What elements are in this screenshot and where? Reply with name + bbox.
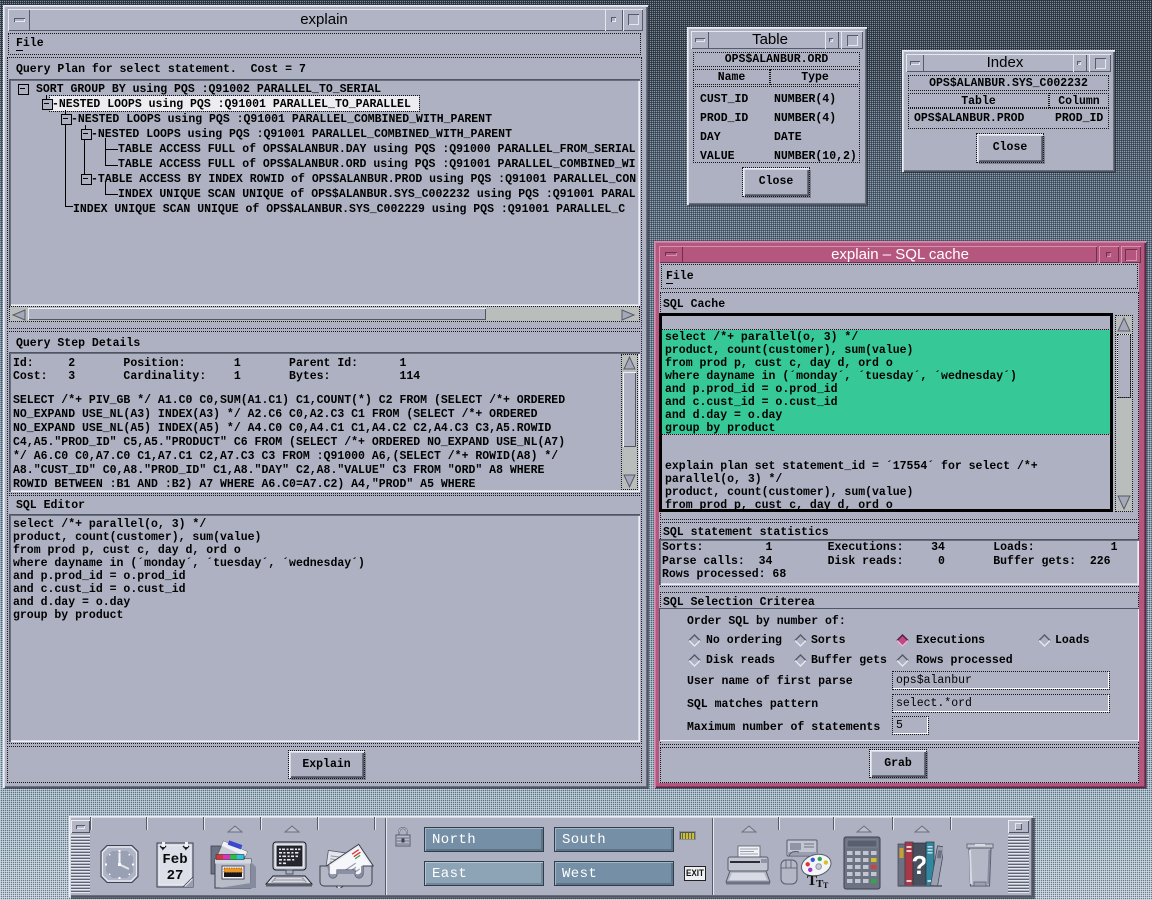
svg-text:?: ? <box>912 850 928 880</box>
svg-text:Feb: Feb <box>162 852 187 868</box>
svg-text:27: 27 <box>167 868 184 884</box>
svg-text:T: T <box>823 881 829 888</box>
